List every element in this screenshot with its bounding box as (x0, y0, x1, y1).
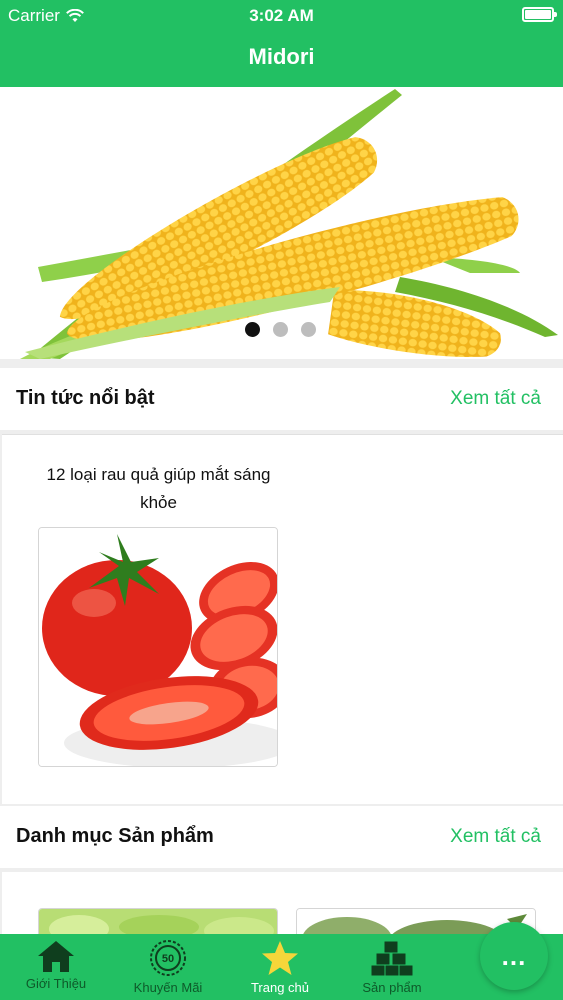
carousel-pager[interactable] (245, 322, 316, 337)
news-section-header: Tin tức nổi bật Xem tất cả (0, 368, 563, 430)
news-card-image (38, 527, 278, 767)
news-card-caption: 12 loại rau quả giúp mắt sáng khỏe (46, 465, 271, 512)
page-title: Midori (248, 44, 315, 69)
products-see-all-link[interactable]: Xem tất cả (450, 826, 541, 848)
products-section-title: Danh mục Sản phẩm (16, 825, 214, 847)
top-bar: Carrier 3:02 AM Midori (0, 0, 563, 87)
carousel-dot[interactable] (273, 322, 288, 337)
news-see-all-link[interactable]: Xem tất cả (450, 388, 541, 410)
tab-bar: Giới Thiệu 50 Khuyến Mãi Trang chủ Sản p… (0, 934, 563, 1000)
boxes-icon (371, 940, 413, 977)
more-dots-icon: ... (501, 940, 527, 971)
battery-icon (522, 7, 557, 22)
banner-carousel[interactable] (0, 87, 563, 359)
tab-products[interactable]: Sản phẩm (336, 934, 448, 1000)
tab-promotions[interactable]: 50 Khuyến Mãi (112, 934, 224, 1000)
carousel-dot[interactable] (301, 322, 316, 337)
products-section-header: Danh mục Sản phẩm Xem tất cả (0, 806, 563, 868)
news-section-title: Tin tức nổi bật (16, 387, 155, 409)
svg-text:50: 50 (162, 953, 174, 965)
more-options-button[interactable]: ... (480, 922, 548, 990)
tab-label: Giới Thiệu (25, 976, 87, 991)
tomato-image (39, 528, 277, 766)
tab-label: Khuyến Mãi (133, 980, 203, 995)
news-card[interactable]: 12 loại rau quả giúp mắt sáng khỏe (38, 461, 279, 767)
home-icon (38, 941, 74, 972)
status-bar: Carrier 3:02 AM (0, 0, 563, 30)
carousel-dot[interactable] (245, 322, 260, 337)
tab-label: Sản phẩm (362, 980, 422, 995)
app-screen: Carrier 3:02 AM Midori Tin tức nổi bật X… (0, 0, 563, 1000)
tab-label: Trang chủ (250, 980, 310, 995)
tab-about[interactable]: Giới Thiệu (0, 934, 112, 1000)
discount-badge-icon: 50 (150, 940, 186, 976)
news-list: 12 loại rau quả giúp mắt sáng khỏe (2, 434, 563, 804)
star-icon (262, 941, 298, 975)
status-time: 3:02 AM (249, 6, 314, 25)
corn-banner-image (20, 89, 558, 359)
tab-home[interactable]: Trang chủ (224, 934, 336, 1000)
